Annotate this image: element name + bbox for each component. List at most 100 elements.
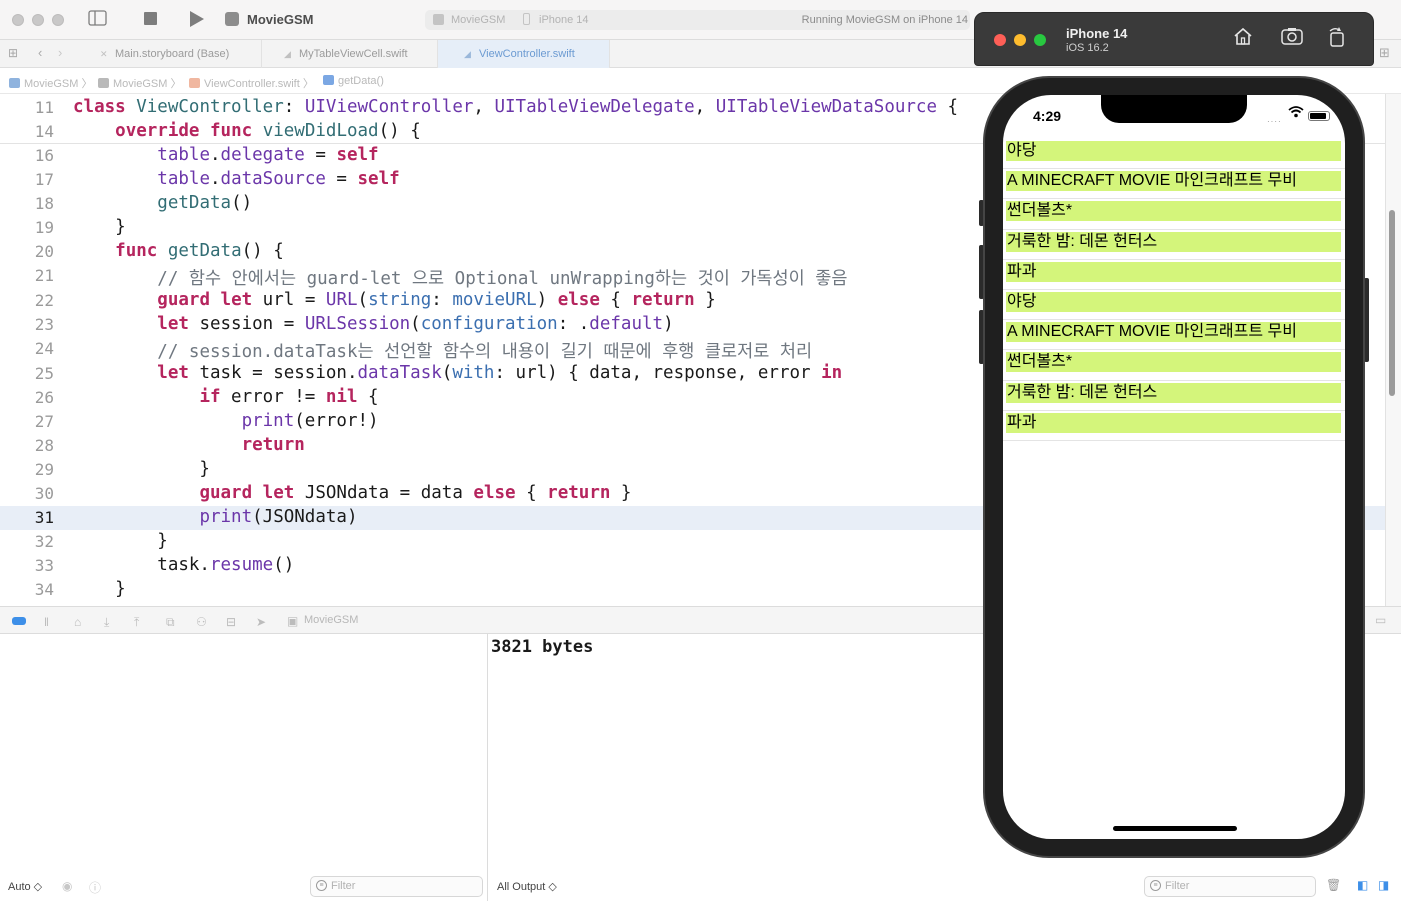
dynamic-notch <box>1101 95 1247 123</box>
variables-view: Auto ◇ ◉ ⓘ ≡ Filter <box>0 634 488 901</box>
pause-icon[interactable]: ‖ <box>44 615 49 629</box>
line-number[interactable]: 33 <box>0 556 54 575</box>
show-console-icon[interactable]: ◨ <box>1378 878 1389 892</box>
trash-icon[interactable]: 🗑 <box>1326 878 1341 892</box>
eye-icon[interactable]: ◉ <box>62 879 72 893</box>
close-window-button[interactable] <box>12 14 24 26</box>
line-number[interactable]: 16 <box>0 146 54 165</box>
line-number[interactable]: 18 <box>0 194 54 213</box>
line-number[interactable]: 19 <box>0 218 54 237</box>
table-row[interactable]: 거룩한 밤: 데몬 헌터스 <box>1003 381 1345 411</box>
rotate-icon[interactable] <box>1326 27 1348 49</box>
target-icon <box>433 14 444 25</box>
memory-graph-icon[interactable]: ⚇ <box>196 615 207 629</box>
simulator-window-titlebar: iPhone 14 iOS 16.2 <box>974 12 1374 66</box>
toggle-console-icon[interactable]: ▭ <box>1375 613 1386 627</box>
tab-mytableviewcell[interactable]: ◢ MyTableViewCell.swift <box>262 40 438 68</box>
minimize-window-button[interactable] <box>32 14 44 26</box>
simulator-zoom-button[interactable] <box>1034 34 1046 46</box>
line-number[interactable]: 23 <box>0 315 54 334</box>
step-out-icon[interactable]: ⤒ <box>134 615 139 630</box>
folder-icon <box>98 78 109 88</box>
code-text: override func viewDidLoad() { <box>115 121 421 141</box>
line-number[interactable]: 17 <box>0 170 54 189</box>
back-icon[interactable]: ‹ <box>38 45 42 60</box>
swift-file-icon <box>189 78 200 88</box>
line-number[interactable]: 32 <box>0 532 54 551</box>
forward-icon[interactable]: › <box>58 45 62 60</box>
code-text: } <box>73 579 126 599</box>
scheme-selector[interactable]: MovieGSM iPhone 14 Running MovieGSM on i… <box>425 10 970 30</box>
movie-table-view[interactable]: 야당 A MINECRAFT MOVIE 마인크래프트 무비 썬더볼츠* 거룩한 밤:… <box>1003 139 1345 441</box>
step-into-icon[interactable]: ⤓ <box>104 615 109 630</box>
sidebar-toggle-icon[interactable] <box>88 10 107 30</box>
line-number[interactable]: 27 <box>0 412 54 431</box>
variables-mode-select[interactable]: Auto ◇ <box>8 880 42 893</box>
table-row[interactable]: 파과 <box>1003 411 1345 441</box>
tab-main-storyboard[interactable]: ✕ Main.storyboard (Base) <box>82 40 262 68</box>
home-icon[interactable] <box>1232 27 1254 49</box>
view-hierarchy-icon[interactable]: ⧉ <box>166 615 175 630</box>
line-number[interactable]: 25 <box>0 364 54 383</box>
scheme-device[interactable]: iPhone 14 <box>539 14 589 26</box>
hide-debug-area-icon[interactable] <box>12 617 26 625</box>
zoom-window-button[interactable] <box>52 14 64 26</box>
scheme-target[interactable]: MovieGSM <box>451 14 505 26</box>
stop-icon[interactable] <box>144 12 157 29</box>
line-number[interactable]: 31 <box>0 508 54 527</box>
info-icon[interactable]: ⓘ <box>89 879 101 896</box>
variables-filter-input[interactable]: ≡ Filter <box>310 876 483 897</box>
editor-scrollbar[interactable] <box>1389 210 1395 396</box>
breadcrumb-method[interactable]: getData() <box>323 75 384 87</box>
table-row[interactable]: 거룩한 밤: 데몬 헌터스 <box>1003 230 1345 260</box>
filter-icon: ≡ <box>1150 880 1161 891</box>
location-icon[interactable]: ➤ <box>256 615 266 629</box>
output-mode-select[interactable]: All Output ◇ <box>497 880 557 893</box>
line-number[interactable]: 11 <box>0 98 54 117</box>
line-number[interactable]: 29 <box>0 460 54 479</box>
grid-icon[interactable]: ⊞ <box>8 46 18 60</box>
table-row[interactable]: 썬더볼츠* <box>1003 199 1345 230</box>
screenshot-icon[interactable] <box>1281 27 1303 49</box>
console-filter-input[interactable]: ≡ Filter <box>1144 876 1316 897</box>
code-text: guard let JSONdata = data else { return … <box>199 483 632 503</box>
line-number[interactable]: 21 <box>0 266 54 285</box>
environment-icon[interactable]: ⊟ <box>226 615 236 629</box>
breadcrumb-project[interactable]: MovieGSM 〉 <box>9 75 92 91</box>
movie-title-label: 파과 <box>1006 412 1341 433</box>
iphone-screen[interactable]: 4:29 ···· 야당 A MINECRAFT MOVIE 마인크래프트 무비 썬… <box>1003 95 1345 839</box>
movie-title-label: A MINECRAFT MOVIE 마인크래프트 무비 <box>1006 322 1341 343</box>
simulator-os-version: iOS 16.2 <box>1066 42 1109 54</box>
target-app-icon: ▣ <box>287 614 299 628</box>
table-row[interactable]: 썬더볼츠* <box>1003 350 1345 381</box>
step-over-icon[interactable]: ⌂ <box>74 615 81 629</box>
breadcrumb-folder[interactable]: MovieGSM 〉 <box>98 75 181 91</box>
show-variables-icon[interactable]: ◧ <box>1357 878 1368 892</box>
line-number[interactable]: 22 <box>0 291 54 310</box>
code-text: print(JSONdata) <box>199 507 358 527</box>
line-number[interactable]: 26 <box>0 388 54 407</box>
breadcrumb-file[interactable]: ViewController.swift 〉 <box>189 75 314 91</box>
simulator-minimize-button[interactable] <box>1014 34 1026 46</box>
line-number[interactable]: 24 <box>0 339 54 358</box>
code-text: table.delegate = self <box>157 145 379 165</box>
tab-viewcontroller[interactable]: ◢ ViewController.swift <box>438 40 610 68</box>
project-name: MovieGSM <box>247 12 314 27</box>
table-row[interactable]: 야당 <box>1003 290 1345 321</box>
table-row[interactable]: A MINECRAFT MOVIE 마인크래프트 무비 <box>1003 169 1345 200</box>
add-editor-icon[interactable]: ⊞ <box>1379 45 1390 61</box>
simulator-device-name: iPhone 14 <box>1066 26 1128 41</box>
line-number[interactable]: 34 <box>0 580 54 599</box>
table-row[interactable]: 야당 <box>1003 139 1345 170</box>
table-row[interactable]: A MINECRAFT MOVIE 마인크래프트 무비 <box>1003 320 1345 351</box>
line-number[interactable]: 30 <box>0 484 54 503</box>
home-indicator[interactable] <box>1113 826 1237 831</box>
battery-icon <box>1308 111 1330 121</box>
line-number[interactable]: 28 <box>0 436 54 455</box>
movie-title-label: 썬더볼츠* <box>1006 201 1341 222</box>
line-number[interactable]: 14 <box>0 122 54 141</box>
line-number[interactable]: 20 <box>0 242 54 261</box>
simulator-close-button[interactable] <box>994 34 1006 46</box>
run-icon[interactable] <box>189 11 204 31</box>
table-row[interactable]: 파과 <box>1003 260 1345 290</box>
